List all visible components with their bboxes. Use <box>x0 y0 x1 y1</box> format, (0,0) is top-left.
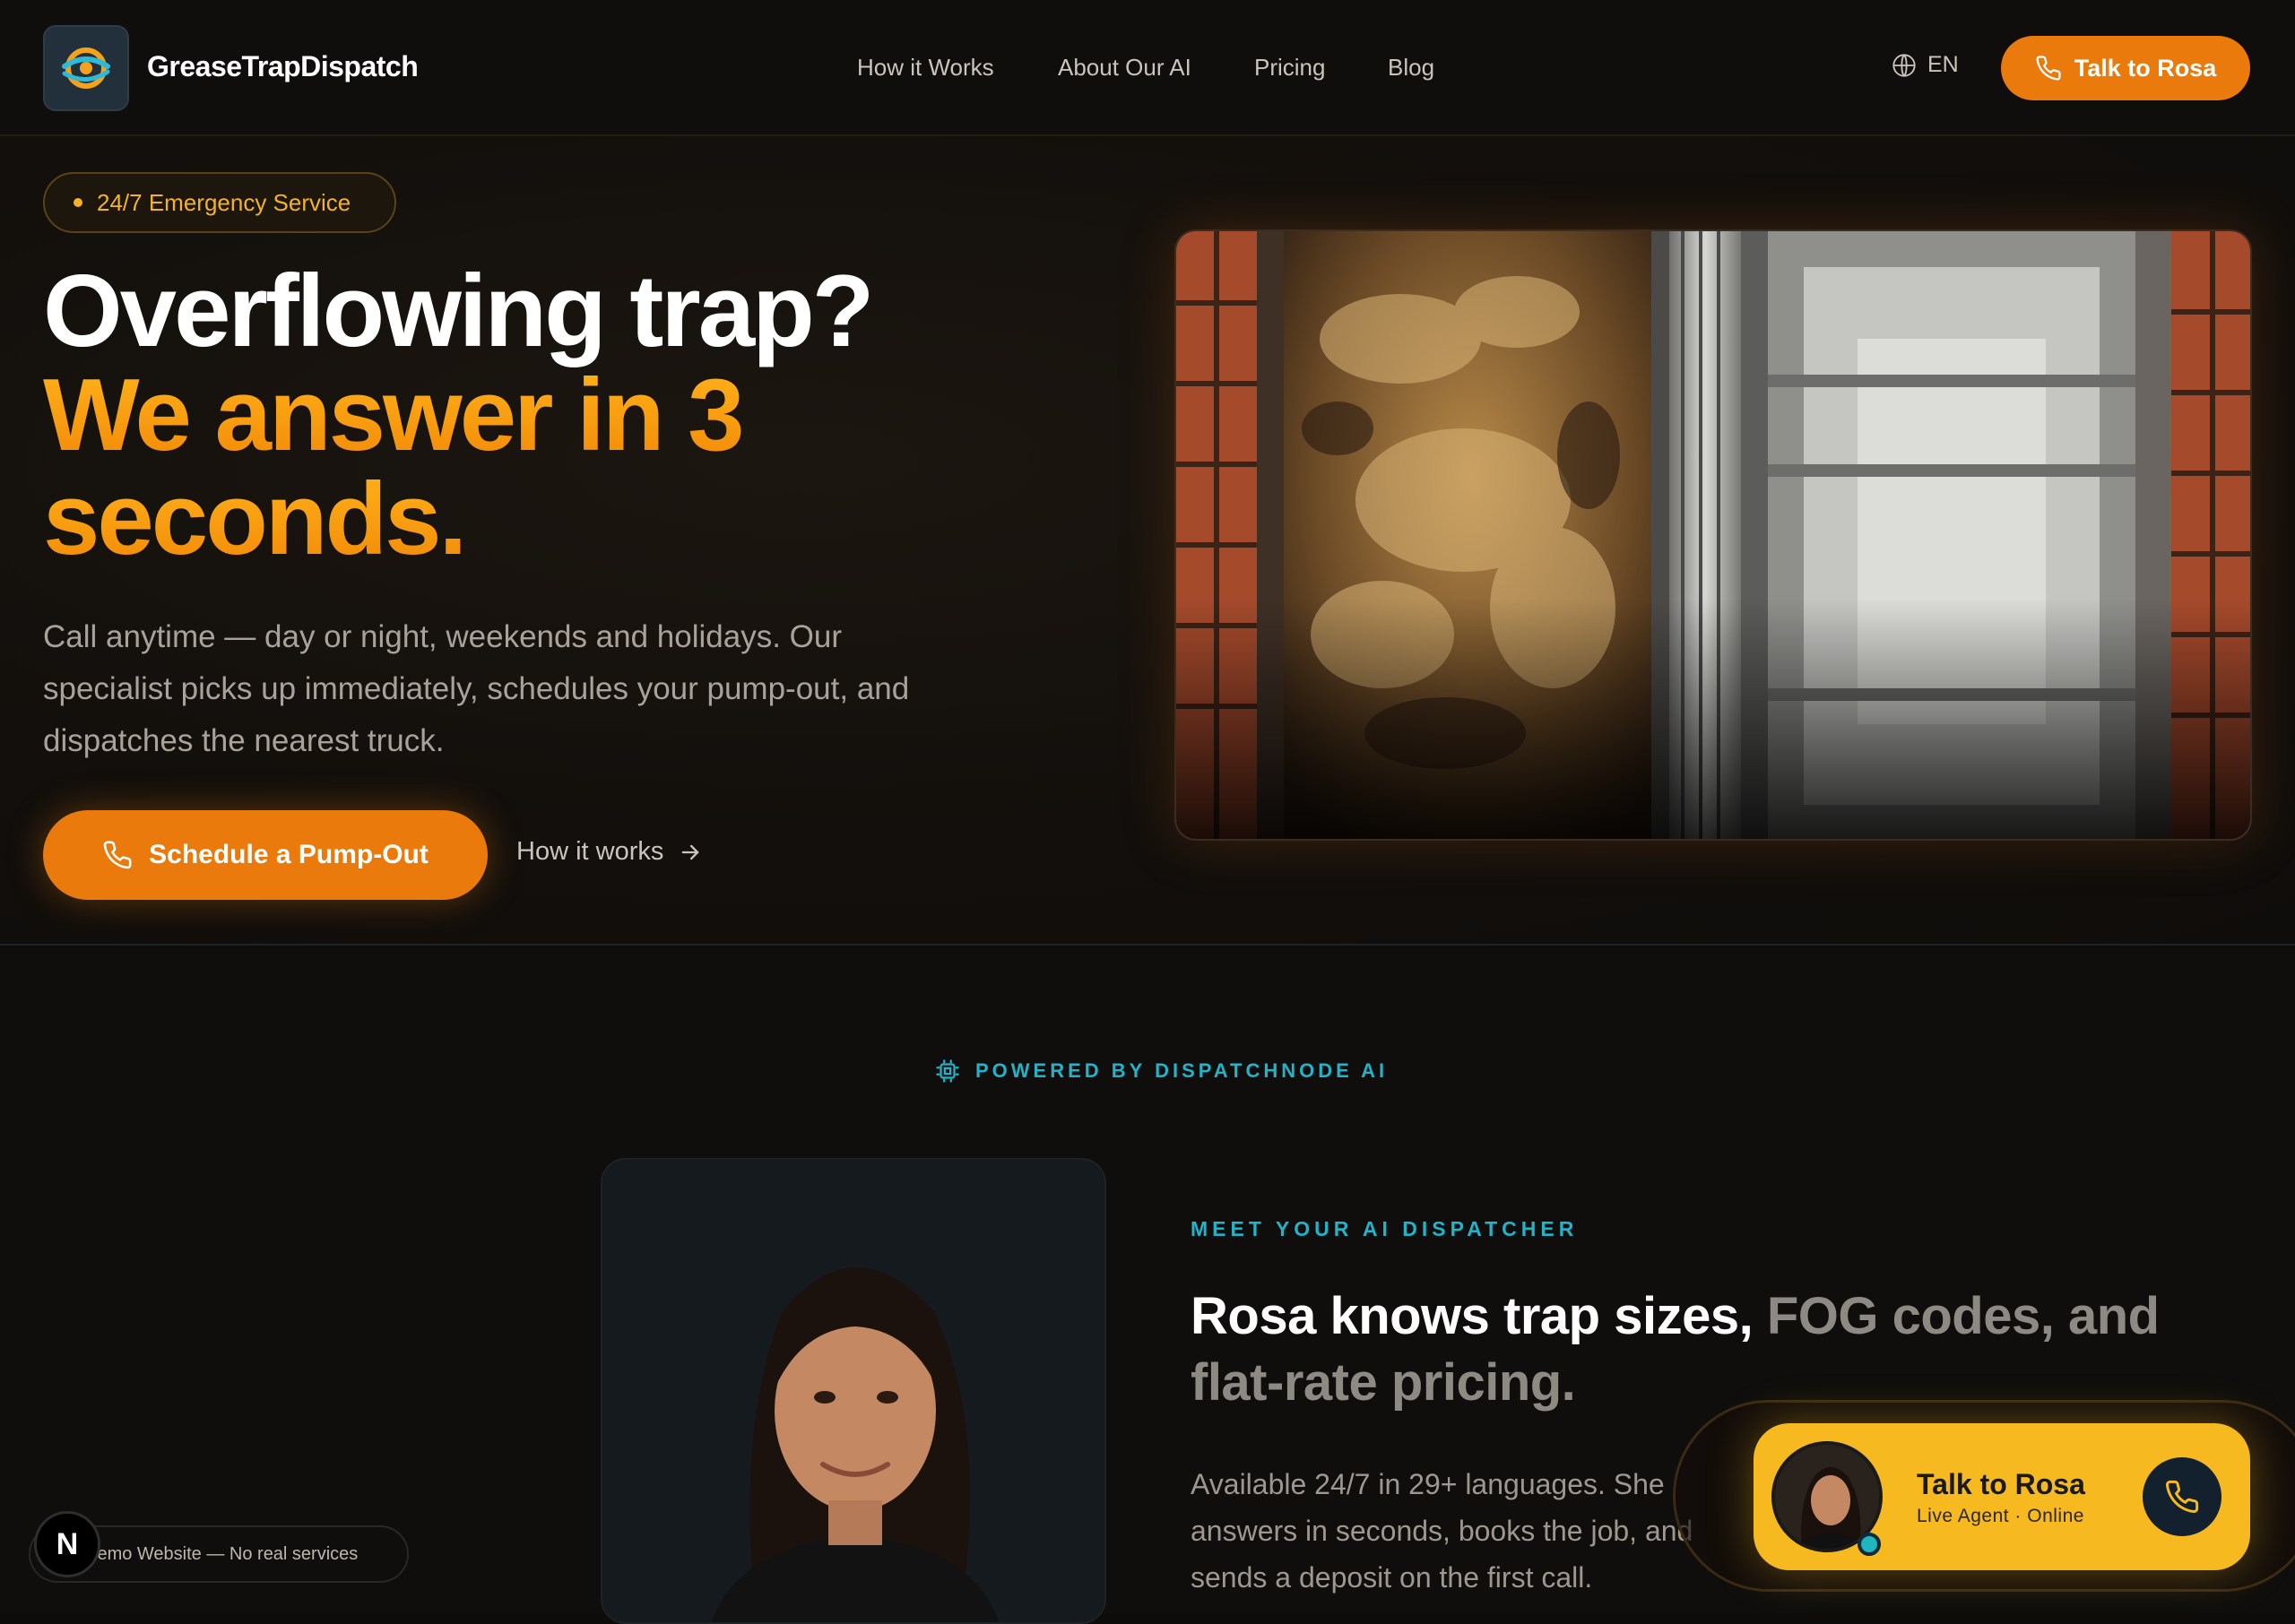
hero-section: 24/7 Emergency Service Overflowing trap?… <box>0 136 2295 946</box>
meet-ai-eyebrow: MEET YOUR AI DISPATCHER <box>1191 1217 1579 1240</box>
arrow-right-icon <box>682 844 700 860</box>
hero-subtitle: Call anytime — day or night, weekends an… <box>43 619 910 758</box>
nav-pricing[interactable]: Pricing <box>1254 54 1325 82</box>
chip-icon <box>936 1059 959 1083</box>
globe-icon <box>1892 53 1916 77</box>
language-label: EN <box>1927 52 1959 77</box>
hero-headline: Overflowing trap? We answer in 3 seconds… <box>43 260 1083 572</box>
phone-icon <box>103 841 132 869</box>
schedule-pump-out-label: Schedule a Pump-Out <box>149 840 429 869</box>
nav-blog[interactable]: Blog <box>1388 54 1434 82</box>
phone-icon <box>2166 1480 2199 1513</box>
how-it-works-link[interactable]: How it works <box>516 837 703 867</box>
headline-line-1: Overflowing trap? <box>43 255 874 368</box>
n-badge[interactable]: N <box>34 1511 100 1577</box>
brand-name[interactable]: GreaseTrapDispatch <box>147 50 419 83</box>
rosa-description: Available 24/7 in 29+ languages. She ans… <box>1191 1468 1693 1594</box>
nav-how-it-works[interactable]: How it Works <box>857 54 994 82</box>
phone-icon <box>2036 56 2061 81</box>
emergency-badge: 24/7 Emergency Service <box>43 172 396 233</box>
talk-to-rosa-label: Talk to Rosa <box>2074 54 2217 82</box>
online-indicator <box>1858 1533 1881 1556</box>
powered-by-text: POWERED BY DISPATCHNODE AI <box>975 1059 1389 1082</box>
powered-by-label: POWERED BY DISPATCHNODE AI <box>934 1058 1388 1084</box>
demo-notice-text: Demo Website — No real services <box>84 1543 359 1564</box>
schedule-pump-out-button[interactable]: Schedule a Pump-Out <box>43 810 488 900</box>
rosa-headline: Rosa knows trap sizes, FOG codes, and fl… <box>1191 1283 2177 1416</box>
language-switcher[interactable]: EN <box>1892 52 1959 78</box>
logo-icon[interactable] <box>43 25 129 111</box>
rosa-portrait <box>601 1158 1106 1624</box>
status-dot <box>74 198 82 207</box>
headline-line-2: We answer in 3 <box>43 364 1083 468</box>
headline-line-3: seconds. <box>43 468 1083 572</box>
widget-title: Talk to Rosa <box>1917 1468 2085 1500</box>
emergency-badge-label: 24/7 Emergency Service <box>97 188 351 216</box>
talk-to-rosa-button[interactable]: Talk to Rosa <box>2001 36 2250 100</box>
rosa-headline-white: Rosa knows trap sizes, <box>1191 1287 1767 1345</box>
talk-to-rosa-widget[interactable]: Talk to Rosa Live Agent · Online <box>1754 1423 2250 1570</box>
widget-status: Live Agent · Online <box>1917 1506 2084 1526</box>
call-button[interactable] <box>2143 1457 2221 1536</box>
grease-trap-photo <box>1174 229 2252 841</box>
site-header: GreaseTrapDispatch How it Works About Ou… <box>0 0 2295 136</box>
nav-about-ai[interactable]: About Our AI <box>1058 54 1191 82</box>
how-it-works-label: How it works <box>516 837 664 866</box>
